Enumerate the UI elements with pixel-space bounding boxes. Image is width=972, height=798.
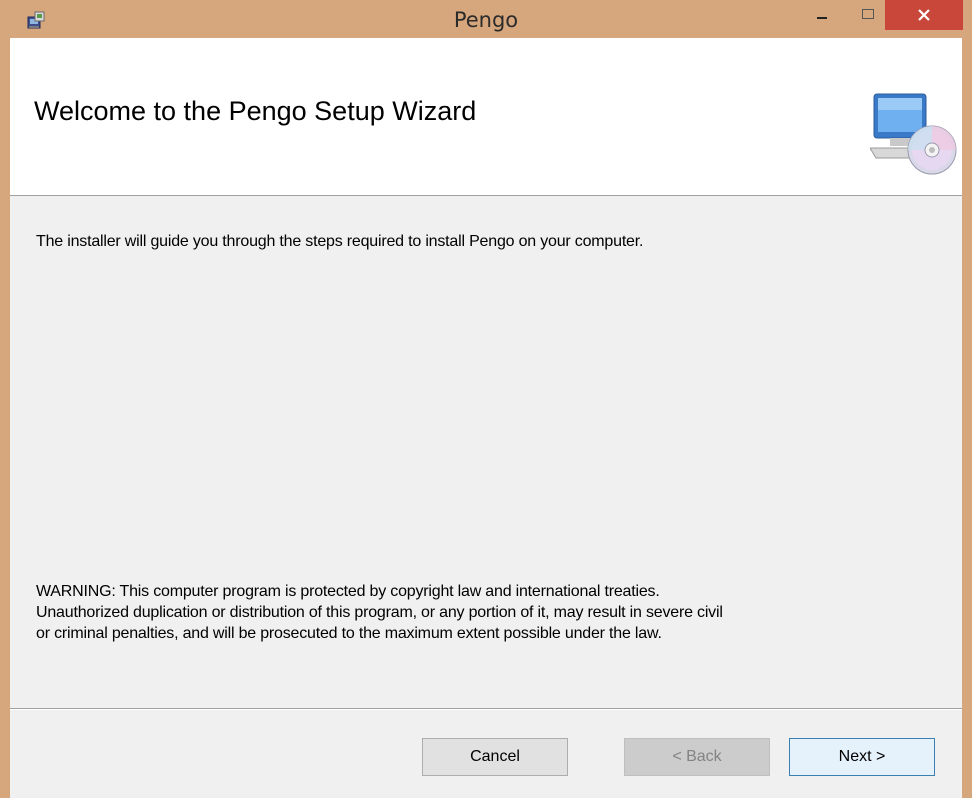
back-button[interactable]: < Back [624, 738, 770, 776]
computer-cd-icon [870, 93, 957, 175]
wizard-heading: Welcome to the Pengo Setup Wizard [34, 96, 477, 126]
setup-window: Pengo Welcome to the Pengo Setup Wizard [0, 0, 972, 798]
minimize-button[interactable] [807, 0, 837, 28]
wizard-client-area: Welcome to the Pengo Setup Wizard The in… [10, 38, 962, 798]
button-divider [10, 708, 962, 710]
title-bar[interactable]: Pengo [0, 0, 972, 38]
intro-text: The installer will guide you through the… [36, 233, 644, 250]
wizard-banner: Welcome to the Pengo Setup Wizard [10, 38, 962, 196]
close-icon [918, 9, 930, 21]
warning-line: WARNING: This computer program is protec… [36, 583, 660, 600]
close-button[interactable] [885, 0, 963, 30]
minimize-icon [817, 17, 827, 19]
cancel-button[interactable]: Cancel [422, 738, 568, 776]
warning-line: Unauthorized duplication or distribution… [36, 604, 723, 621]
warning-line: or criminal penalties, and will be prose… [36, 625, 662, 642]
maximize-icon [862, 9, 874, 19]
copyright-warning: WARNING: This computer program is protec… [36, 581, 956, 644]
next-button[interactable]: Next > [789, 738, 935, 776]
maximize-button[interactable] [850, 0, 886, 28]
